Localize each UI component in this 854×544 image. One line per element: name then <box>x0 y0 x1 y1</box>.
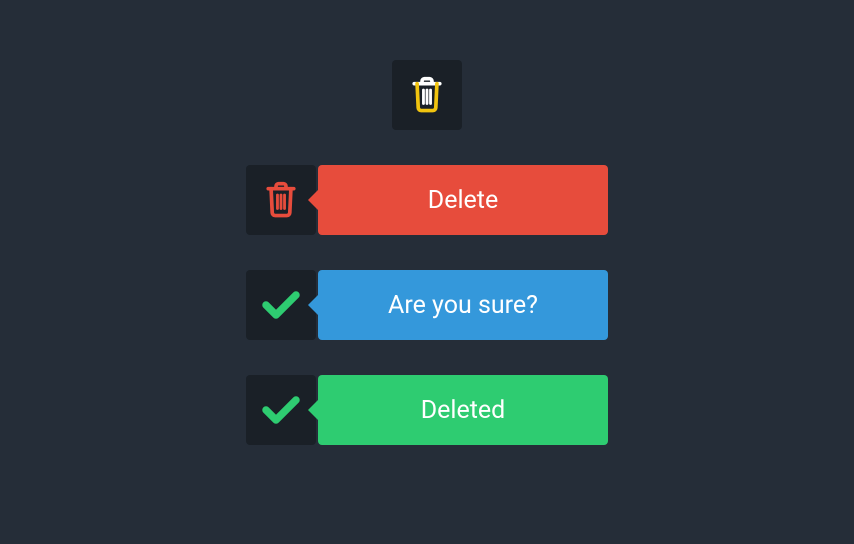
done-label: Deleted <box>318 375 608 445</box>
delete-button[interactable]: Delete <box>246 165 608 235</box>
trash-icon <box>410 76 444 114</box>
trash-icon-box <box>392 60 462 130</box>
confirm-icon-box <box>246 270 316 340</box>
check-icon <box>261 289 301 321</box>
done-icon-box <box>246 375 316 445</box>
delete-label: Delete <box>318 165 608 235</box>
trash-icon <box>264 181 298 219</box>
delete-icon-button[interactable] <box>392 60 462 130</box>
check-icon <box>261 394 301 426</box>
confirm-label: Are you sure? <box>318 270 608 340</box>
done-button[interactable]: Deleted <box>246 375 608 445</box>
demo-stage: Delete Are you sure? Deleted <box>0 0 854 480</box>
confirm-button[interactable]: Are you sure? <box>246 270 608 340</box>
delete-icon-box <box>246 165 316 235</box>
